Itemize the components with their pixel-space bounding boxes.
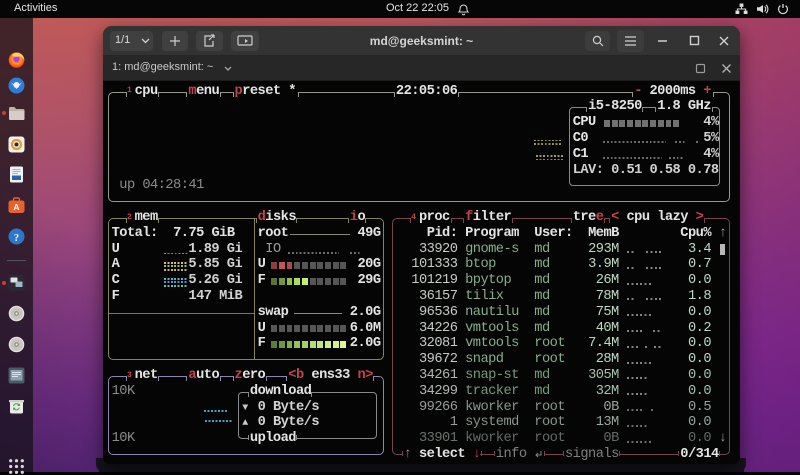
- svg-text:A: A: [13, 202, 19, 212]
- svg-text:?: ?: [14, 233, 19, 244]
